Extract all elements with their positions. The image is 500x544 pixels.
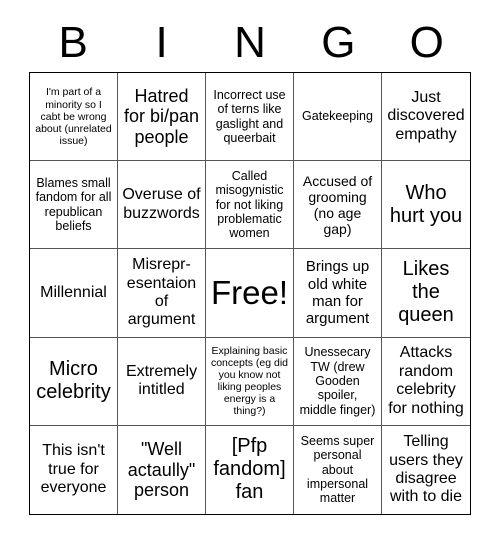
bingo-cell[interactable]: Micro celebrity xyxy=(30,337,118,426)
bingo-cell[interactable]: Gatekeeping xyxy=(294,73,382,162)
bingo-cell[interactable]: Seems super personal about impersonal ma… xyxy=(294,425,382,514)
header-letter-i: I xyxy=(155,18,168,67)
bingo-cell[interactable]: Blames small fandom for all republican b… xyxy=(30,161,118,250)
bingo-cell[interactable]: This isn't true for everyone xyxy=(30,425,118,514)
bingo-cell[interactable]: Telling users they disagree with to die xyxy=(382,426,470,514)
header-letter-g: G xyxy=(321,18,356,67)
bingo-cell[interactable]: Hatred for bi/pan people xyxy=(118,73,206,162)
bingo-cell[interactable]: Incorrect use of terns like gaslight and… xyxy=(206,73,294,162)
bingo-cell[interactable]: Who hurt you xyxy=(382,161,470,250)
bingo-card-grid: I'm part of a minority so I cabt be wron… xyxy=(29,72,471,515)
bingo-cell[interactable]: Unessecary TW (drew Gooden spoiler, midd… xyxy=(294,337,382,426)
bingo-cell[interactable]: [Pfp fandom] fan xyxy=(206,425,294,514)
bingo-cell[interactable]: Misrepr- esentaion of argument xyxy=(118,249,206,338)
bingo-cell[interactable]: I'm part of a minority so I cabt be wron… xyxy=(30,73,118,162)
bingo-cell[interactable]: Called misogynistic for not liking probl… xyxy=(206,161,294,250)
header-letter-o: O xyxy=(409,18,444,67)
bingo-cell[interactable]: "Well actaully" person xyxy=(118,425,206,514)
bingo-cell[interactable]: Likes the queen xyxy=(382,249,470,338)
bingo-cell[interactable]: Accused of grooming (no age gap) xyxy=(294,161,382,250)
bingo-cell[interactable]: Millennial xyxy=(30,249,118,338)
bingo-cell[interactable]: Explaining basic concepts (eg did you kn… xyxy=(206,337,294,426)
header-letter-n: N xyxy=(234,18,266,67)
bingo-cell[interactable]: Brings up old white man for argument xyxy=(294,249,382,338)
header-letter-b: B xyxy=(58,18,88,67)
bingo-cell[interactable]: Attacks random celebrity for nothing xyxy=(382,338,470,426)
bingo-cell[interactable]: Extremely intitled xyxy=(118,337,206,426)
bingo-cell[interactable]: Just discovered empathy xyxy=(382,73,470,162)
free-space-cell[interactable]: Free! xyxy=(206,249,294,338)
bingo-header: B I N G O xyxy=(29,14,471,72)
bingo-cell[interactable]: Overuse of buzzwords xyxy=(118,161,206,250)
